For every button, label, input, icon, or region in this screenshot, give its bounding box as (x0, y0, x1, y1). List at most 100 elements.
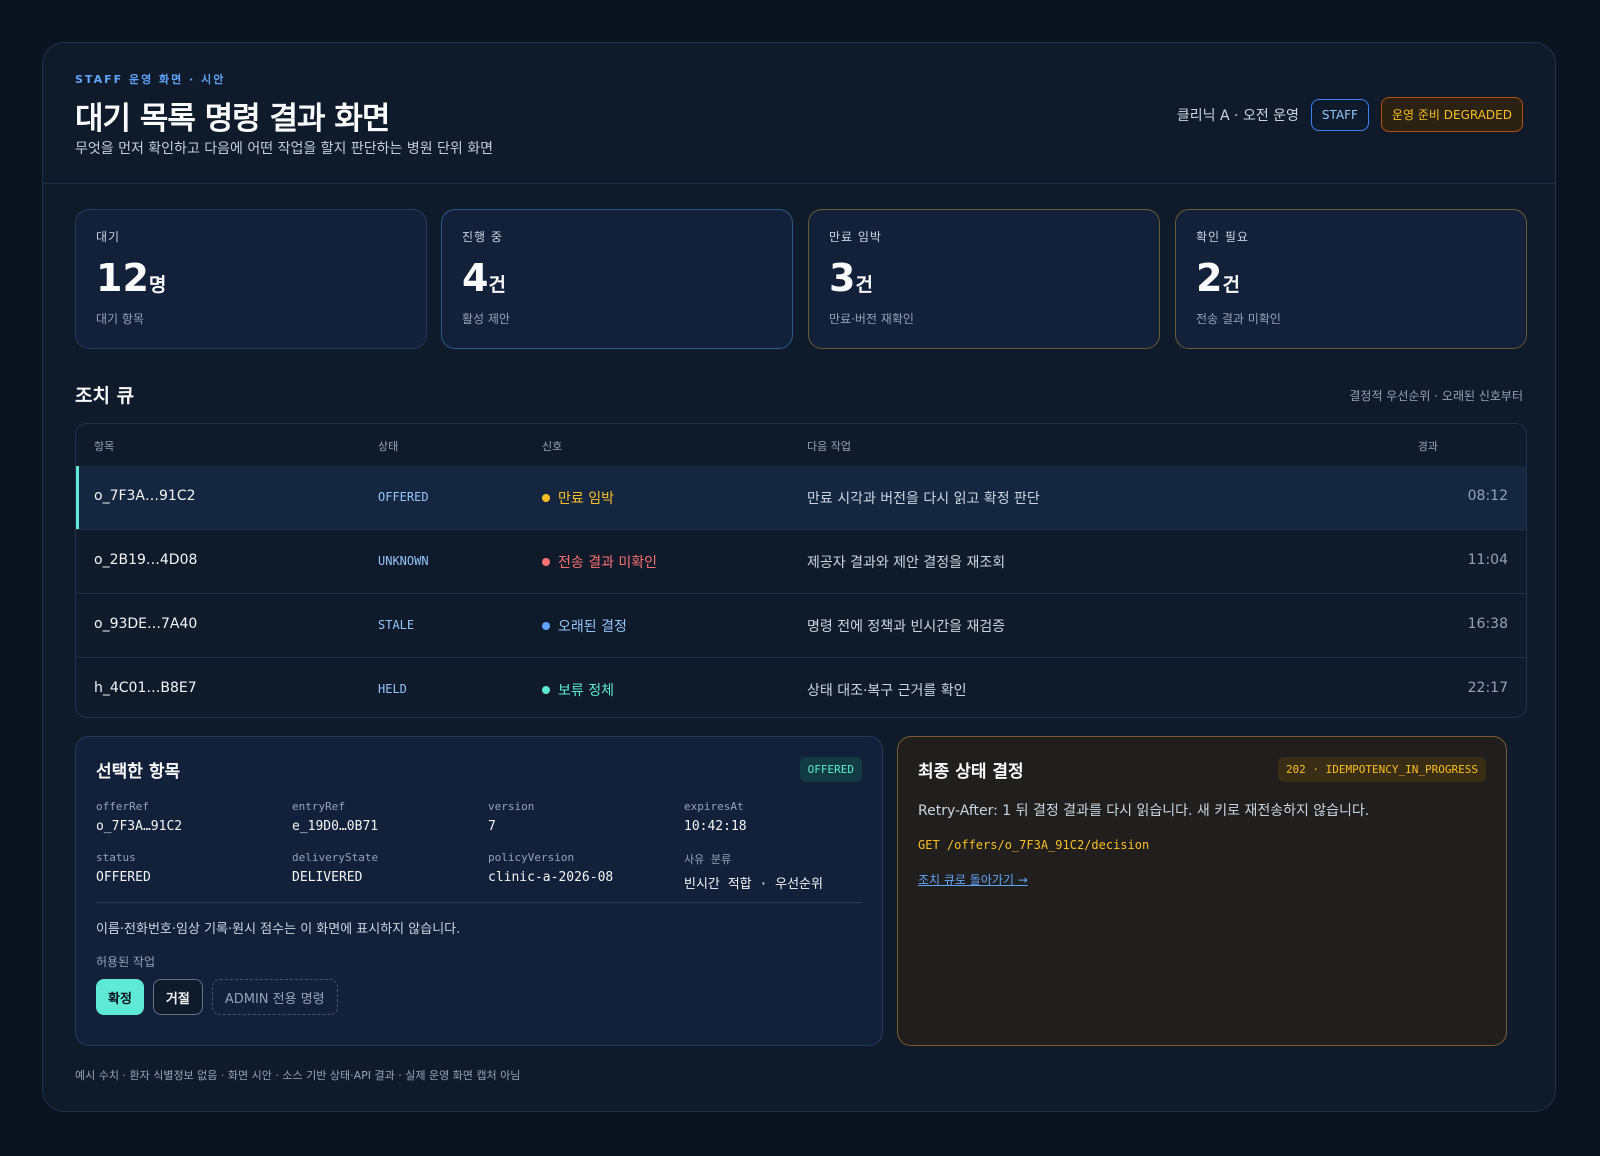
footer-disclaimer: 예시 수치 · 환자 식별정보 없음 · 화면 시안 · 소스 기반 상태·AP… (75, 1069, 521, 1082)
confirm-button[interactable]: 확정 (96, 979, 144, 1015)
queue-title: 조치 큐 (75, 385, 135, 407)
field-key: policyVersion (488, 851, 575, 864)
row-elapsed: 22:17 (1467, 680, 1508, 696)
signal-dot-icon (542, 622, 550, 630)
field-expires-at: expiresAt 10:42:18 (684, 800, 874, 834)
queue-sort-note: 결정적 우선순위 · 오래된 신호부터 (1349, 389, 1523, 403)
field-value: OFFERED (96, 870, 151, 885)
stat-label: 확인 필요 (1196, 230, 1249, 244)
stat-desc: 전송 결과 미확인 (1196, 312, 1281, 326)
table-header: 항목 상태 신호 다음 작업 경과 (76, 424, 1526, 467)
stat-label: 대기 (96, 230, 121, 244)
field-value: e_19D0…0B71 (292, 819, 379, 834)
row-signal: 보류 정체 (542, 680, 614, 700)
action-buttons: 확정 거절 ADMIN 전용 명령 (96, 979, 338, 1015)
field-key: offerRef (96, 800, 149, 813)
page-header: STAFF 운영 화면 · 시안 대기 목록 명령 결과 화면 무엇을 먼저 확… (43, 43, 1555, 184)
row-next-action: 상태 대조·복구 근거를 확인 (807, 683, 967, 699)
retry-message: Retry-After: 1 뒤 결정 결과를 다시 읽습니다. 새 키로 재전… (918, 803, 1370, 819)
row-elapsed: 16:38 (1467, 616, 1508, 632)
field-entry-ref: entryRef e_19D0…0B71 (292, 800, 482, 834)
column-header-elapsed: 경과 (1417, 440, 1438, 453)
selected-item-panel: 선택한 항목 OFFERED offerRef o_7F3A…91C2 entr… (75, 736, 883, 1046)
row-next-action: 제공자 결과와 제안 결정을 재조회 (807, 555, 1006, 571)
row-id: o_93DE…7A40 (94, 616, 198, 632)
row-next-action: 명령 전에 정책과 빈시간을 재검증 (807, 619, 1006, 635)
row-id: o_7F3A…91C2 (94, 488, 196, 504)
field-policy-version: policyVersion clinic-a-2026-08 (488, 851, 678, 885)
allowed-actions-label: 허용된 작업 (96, 955, 156, 969)
final-decision-panel: 최종 상태 결정 202 · IDEMPOTENCY_IN_PROGRESS R… (897, 736, 1507, 1046)
response-code-badge: 202 · IDEMPOTENCY_IN_PROGRESS (1277, 757, 1486, 782)
row-signal: 만료 임박 (542, 488, 614, 508)
table-row[interactable]: o_93DE…7A40 STALE 오래된 결정 명령 전에 정책과 빈시간을 … (76, 594, 1526, 658)
field-delivery-state: deliveryState DELIVERED (292, 851, 482, 885)
row-id: o_2B19…4D08 (94, 552, 198, 568)
stat-value: 3건 (829, 256, 873, 300)
dashboard-frame: STAFF 운영 화면 · 시안 대기 목록 명령 결과 화면 무엇을 먼저 확… (42, 42, 1556, 1112)
row-state: STALE (378, 618, 415, 632)
signal-dot-icon (542, 558, 550, 566)
signal-label: 보류 정체 (558, 683, 614, 699)
field-key: 사유 분류 (684, 853, 732, 866)
field-value: DELIVERED (292, 870, 363, 885)
clinic-label: 클리닉 A · 오전 운영 (1176, 107, 1299, 124)
field-key: entryRef (292, 800, 345, 813)
column-header-state: 상태 (378, 440, 399, 453)
stat-card-waiting: 대기 12명 대기 항목 (75, 209, 427, 349)
selected-panel-title: 선택한 항목 (96, 762, 181, 782)
page-subtitle: 무엇을 먼저 확인하고 다음에 어떤 작업을 할지 판단하는 병원 단위 화면 (75, 141, 494, 157)
field-offer-ref: offerRef o_7F3A…91C2 (96, 800, 286, 834)
field-value: 7 (488, 819, 496, 834)
stat-card-needs-check: 확인 필요 2건 전송 결과 미확인 (1175, 209, 1527, 349)
header-meta: 클리닉 A · 오전 운영 STAFF 운영 준비 DEGRADED (1177, 97, 1523, 132)
row-next-action: 만료 시각과 버전을 다시 읽고 확정 판단 (807, 491, 1040, 507)
table-row[interactable]: o_7F3A…91C2 OFFERED 만료 임박 만료 시각과 버전을 다시 … (76, 466, 1526, 530)
stat-value: 2건 (1196, 256, 1240, 300)
stat-value: 4건 (462, 256, 506, 300)
row-id: h_4C01…B8E7 (94, 680, 197, 696)
row-state: UNKNOWN (378, 554, 429, 568)
table-row[interactable]: h_4C01…B8E7 HELD 보류 정체 상태 대조·복구 근거를 확인 2… (76, 658, 1526, 717)
column-header-signal: 신호 (542, 440, 563, 453)
back-to-queue-link[interactable]: 조치 큐로 돌아가기 → (918, 871, 1028, 888)
ops-status-badge: 운영 준비 DEGRADED (1380, 97, 1523, 132)
endpoint-path: GET /offers/o_7F3A_91C2/decision (918, 838, 1150, 852)
stat-label: 만료 임박 (829, 230, 882, 244)
field-key: version (488, 800, 535, 813)
stat-cards: 대기 12명 대기 항목 진행 중 4건 활성 제안 만료 임박 3건 만료·버… (75, 209, 1527, 349)
field-value: 빈시간 적합 · 우선순위 (684, 877, 823, 892)
field-value: clinic-a-2026-08 (488, 870, 614, 885)
stat-card-in-progress: 진행 중 4건 활성 제안 (441, 209, 793, 349)
stat-label: 진행 중 (462, 230, 503, 244)
signal-label: 오래된 결정 (558, 619, 627, 635)
eyebrow-label: STAFF 운영 화면 · 시안 (75, 73, 226, 86)
field-key: deliveryState (292, 851, 379, 864)
row-state: OFFERED (378, 490, 429, 504)
field-reason-category: 사유 분류 빈시간 적합 · 우선순위 (684, 851, 874, 892)
field-key: status (96, 851, 136, 864)
reject-button[interactable]: 거절 (152, 979, 203, 1015)
signal-label: 전송 결과 미확인 (558, 555, 658, 571)
field-version: version 7 (488, 800, 678, 834)
table-row[interactable]: o_2B19…4D08 UNKNOWN 전송 결과 미확인 제공자 결과와 제안… (76, 530, 1526, 594)
action-queue-table: 항목 상태 신호 다음 작업 경과 o_7F3A…91C2 OFFERED 만료… (75, 423, 1527, 718)
column-header-next: 다음 작업 (807, 440, 851, 453)
stat-value: 12명 (96, 256, 167, 300)
stat-desc: 만료·버전 재확인 (829, 312, 914, 326)
admin-command-button[interactable]: ADMIN 전용 명령 (211, 979, 338, 1015)
signal-dot-icon (542, 686, 550, 694)
final-panel-title: 최종 상태 결정 (918, 762, 1024, 782)
stat-desc: 대기 항목 (96, 312, 144, 326)
row-state: HELD (378, 682, 407, 696)
selected-status-badge: OFFERED (799, 757, 862, 782)
role-badge: STAFF (1310, 98, 1369, 131)
signal-dot-icon (542, 494, 550, 502)
divider (96, 902, 862, 903)
stat-card-expiring: 만료 임박 3건 만료·버전 재확인 (808, 209, 1160, 349)
privacy-notice: 이름·전화번호·임상 기록·원시 점수는 이 화면에 표시하지 않습니다. (96, 922, 461, 937)
signal-label: 만료 임박 (558, 491, 614, 507)
field-value: 10:42:18 (684, 819, 747, 834)
field-value: o_7F3A…91C2 (96, 819, 183, 834)
row-elapsed: 08:12 (1467, 488, 1508, 504)
